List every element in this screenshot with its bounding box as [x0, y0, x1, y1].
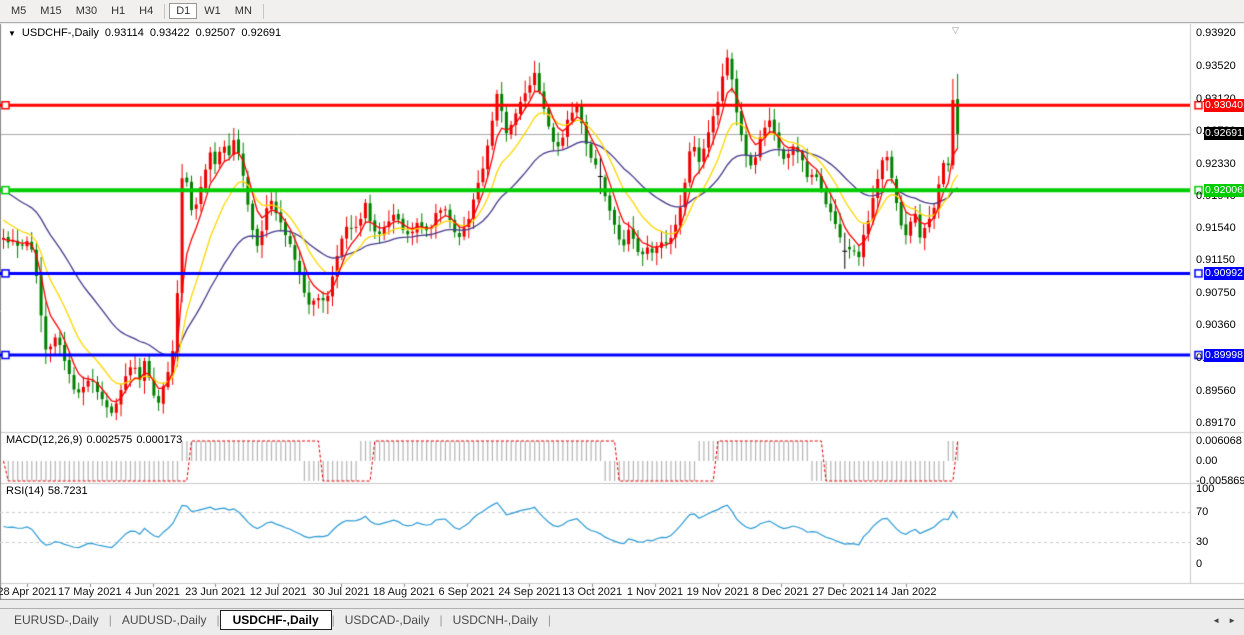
timeframe-h1[interactable]: H1 [104, 3, 132, 19]
mt4-window: M5M15M30H1H4 D1W1MN ▼ USDCHF-,Daily 0.931… [0, 0, 1244, 635]
rsi-axis-tick: 0 [1196, 558, 1202, 570]
chart-canvas[interactable] [0, 0, 1244, 600]
tab-scroll-arrows: ◄► [1212, 611, 1236, 625]
timeframe-w1[interactable]: W1 [197, 3, 228, 19]
rsi-axis-tick: 30 [1196, 536, 1208, 548]
rsi-axis-tick: 100 [1196, 483, 1214, 495]
price-badge: 0.92691 [1204, 127, 1244, 140]
date-label: 23 Jun 2021 [185, 586, 246, 598]
date-label: 8 Dec 2021 [752, 586, 808, 598]
price-tick: 0.90750 [1196, 287, 1236, 299]
tab-scroll-left-icon[interactable]: ◄ [1212, 616, 1220, 625]
price-tick: 0.89170 [1196, 417, 1236, 429]
toolbar-divider [263, 4, 264, 19]
price-badge: 0.92006 [1204, 184, 1244, 197]
price-tick: 0.91150 [1196, 254, 1235, 266]
date-label: 24 Sep 2021 [498, 586, 560, 598]
date-label: 17 May 2021 [58, 586, 122, 598]
date-label: 6 Sep 2021 [438, 586, 494, 598]
date-label: 28 Apr 2021 [0, 586, 57, 598]
date-label: 1 Nov 2021 [627, 586, 683, 598]
price-tick: 0.93520 [1196, 60, 1236, 72]
toolbar-divider [164, 4, 165, 19]
macd-label: MACD(12,26,9)0.0025750.000173 [6, 434, 186, 446]
scroll-end-marker-icon[interactable]: ▽ [952, 25, 959, 36]
timeframe-m15[interactable]: M15 [33, 3, 68, 19]
date-label: 27 Dec 2021 [812, 586, 874, 598]
date-label: 18 Aug 2021 [373, 586, 435, 598]
ohlc-low: 0.92507 [196, 27, 236, 39]
date-label: 14 Jan 2022 [876, 586, 937, 598]
symbol-label: USDCHF-,Daily [22, 27, 99, 39]
timeframe-mn[interactable]: MN [228, 3, 259, 19]
price-tick: 0.89560 [1196, 385, 1236, 397]
macd-axis-tick: 0.006068 [1196, 435, 1242, 447]
tab-separator: | [548, 611, 551, 627]
date-label: 30 Jul 2021 [313, 586, 370, 598]
price-tick: 0.91540 [1196, 222, 1236, 234]
timeframe-toolbar: M5M15M30H1H4 D1W1MN [0, 0, 1244, 23]
tab-usdcnh-daily[interactable]: USDCNH-,Daily [443, 611, 548, 629]
price-tick: 0.90360 [1196, 319, 1236, 331]
price-badge: 0.93040 [1204, 99, 1244, 112]
chart-title: ▼ USDCHF-,Daily 0.93114 0.93422 0.92507 … [8, 27, 281, 39]
timeframe-m30[interactable]: M30 [69, 3, 104, 19]
tab-eurusd-daily[interactable]: EURUSD-,Daily [4, 611, 109, 629]
date-label: 13 Oct 2021 [562, 586, 622, 598]
price-tick: 0.93920 [1196, 27, 1236, 39]
tab-usdcad-daily[interactable]: USDCAD-,Daily [335, 611, 440, 629]
ohlc-open: 0.93114 [105, 27, 144, 39]
ohlc-high: 0.93422 [150, 27, 190, 39]
tab-audusd-daily[interactable]: AUDUSD-,Daily [112, 611, 217, 629]
date-label: 12 Jul 2021 [250, 586, 307, 598]
price-tick: 0.92330 [1196, 158, 1236, 170]
price-badge: 0.89998 [1204, 349, 1244, 362]
tab-scroll-right-icon[interactable]: ► [1228, 616, 1236, 625]
date-label: 19 Nov 2021 [687, 586, 749, 598]
rsi-label: RSI(14)58.7231 [6, 485, 92, 497]
timeframe-h4[interactable]: H4 [132, 3, 160, 19]
timeframe-m5[interactable]: M5 [4, 3, 33, 19]
tab-usdchf-daily[interactable]: USDCHF-,Daily [220, 610, 332, 630]
chart-tab-bar: EURUSD-,Daily|AUDUSD-,Daily|USDCHF-,Dail… [0, 608, 1244, 635]
rsi-axis-tick: 70 [1196, 506, 1208, 518]
date-label: 4 Jun 2021 [125, 586, 179, 598]
macd-axis-tick: 0.00 [1196, 455, 1217, 467]
price-badge: 0.90992 [1204, 267, 1244, 280]
ohlc-close: 0.92691 [241, 27, 281, 39]
timeframe-d1[interactable]: D1 [169, 3, 197, 19]
dropdown-caret-icon: ▼ [8, 29, 16, 38]
